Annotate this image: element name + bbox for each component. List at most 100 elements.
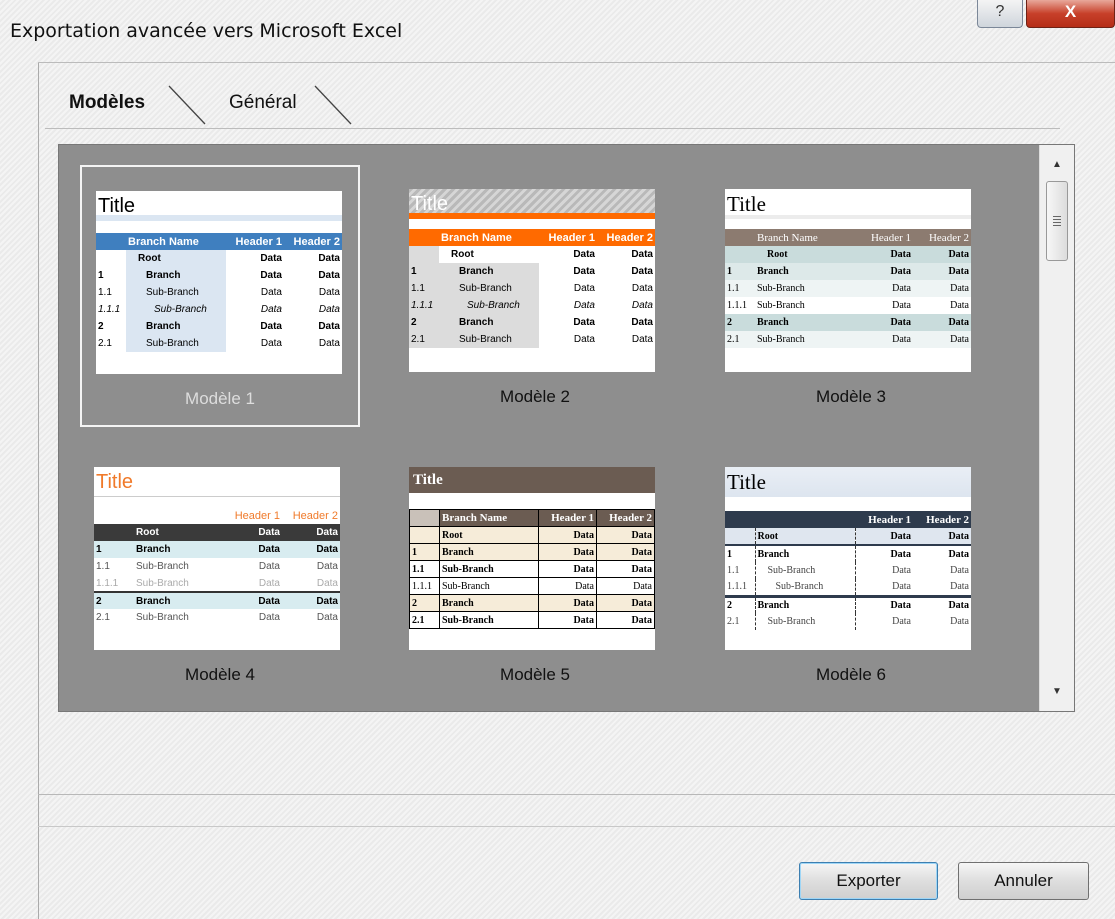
template-label: Modèle 3 [816, 387, 886, 406]
header-cell: Header 1 [538, 509, 597, 527]
row-data: Data [316, 561, 338, 572]
row-num: 1.1.1 [727, 300, 747, 311]
header-cell [725, 229, 755, 246]
row-data: Data [892, 581, 911, 593]
row-name: Sub-Branch [126, 284, 226, 301]
row-data: Data [948, 530, 969, 542]
preview-table: Branch Name Header 1 Header 2 Root Data Da… [409, 229, 655, 348]
template-gallery: Title Branch Name Header 1 Header 2 Root… [58, 144, 1075, 712]
tab-general[interactable]: Général [229, 92, 297, 114]
row-num: 1.1.1 [409, 577, 440, 595]
template-tile-3[interactable]: Title Branch Name Header 1 Header 2 Root… [711, 165, 991, 427]
row-name: Sub-Branch [136, 577, 189, 589]
scroll-up-arrow-icon[interactable]: ▲ [1052, 159, 1062, 170]
row-name: Branch [439, 543, 539, 561]
template-preview-5: Title Branch Name Header 1 Header 2 Root… [409, 467, 655, 650]
row-data: Data [318, 304, 340, 315]
template-label: Modèle 2 [500, 387, 570, 406]
header-cell: Header 2 [606, 231, 653, 244]
row-data: Data [631, 283, 653, 294]
row-name: Root [451, 249, 474, 260]
export-dialog: Exportation avancée vers Microsoft Excel… [0, 0, 1115, 919]
scroll-down-arrow-icon[interactable]: ▼ [1052, 686, 1062, 697]
row-name: Root [136, 527, 159, 538]
header-cell: Header 2 [596, 509, 655, 527]
row-data: Data [318, 338, 340, 349]
row-num: 2.1 [98, 338, 112, 349]
close-button[interactable]: X [1026, 0, 1115, 28]
row-data: Data [890, 530, 911, 542]
scroll-thumb[interactable] [1046, 181, 1068, 261]
tab-strip: Modèles Général [45, 78, 365, 130]
cancel-button[interactable]: Annuler [958, 862, 1089, 900]
template-tile-6[interactable]: Title Header 1 Header 2 Root Data Data 1 Br… [711, 443, 991, 705]
row-data: Data [538, 594, 597, 612]
row-num: 2 [409, 594, 440, 612]
row-num [409, 246, 439, 263]
row-data: Data [258, 527, 280, 538]
preview-title: Title [94, 467, 340, 497]
row-data: Data [573, 249, 595, 260]
row-num: 1.1.1 [725, 579, 756, 596]
row-data: Data [596, 526, 655, 544]
row-data: Data [316, 544, 338, 555]
row-data: Data [950, 283, 969, 294]
preview-table: Header 1 Header 2 Root Data Data 1 Branch Da… [725, 511, 971, 630]
row-data: Data [260, 253, 282, 264]
template-tile-5[interactable]: Title Branch Name Header 1 Header 2 Root… [395, 443, 675, 705]
row-data: Data [258, 544, 280, 555]
row-data: Data [316, 595, 338, 607]
row-data: Data [892, 616, 911, 627]
row-data: Data [950, 616, 969, 627]
row-data: Data [538, 560, 597, 578]
row-data: Data [318, 270, 340, 281]
row-data: Data [950, 334, 969, 345]
row-name: Sub-Branch [439, 577, 539, 595]
template-label: Modèle 1 [185, 389, 255, 408]
row-data: Data [258, 612, 280, 623]
template-label: Modèle 6 [816, 665, 886, 684]
template-tile-1[interactable]: Title Branch Name Header 1 Header 2 Root… [80, 165, 360, 427]
row-num: 1.1 [727, 283, 740, 294]
row-num: 1.1 [96, 561, 110, 572]
row-num: 2.1 [727, 334, 740, 345]
row-name: Branch [126, 318, 226, 335]
row-data: Data [538, 543, 597, 561]
template-tile-2[interactable]: Title Branch Name Header 1 Header 2 Root… [395, 165, 675, 427]
row-name: Sub-Branch [757, 283, 805, 294]
row-num [94, 524, 124, 541]
export-button[interactable]: Exporter [799, 862, 938, 900]
row-num: 1 [409, 543, 440, 561]
row-num: 2.1 [409, 331, 439, 348]
row-data: Data [950, 581, 969, 593]
row-name: Branch [757, 266, 789, 277]
row-name: Sub-Branch [136, 561, 189, 572]
template-preview-6: Title Header 1 Header 2 Root Data Data 1 Br… [725, 467, 971, 650]
tab-modeles[interactable]: Modèles [69, 92, 145, 114]
row-name: Sub-Branch [439, 611, 539, 629]
row-data: Data [631, 266, 653, 277]
row-name: Sub-Branch [439, 280, 539, 297]
row-data: Data [890, 599, 911, 611]
row-data: Data [948, 266, 969, 277]
template-preview-1: Title Branch Name Header 1 Header 2 Root… [96, 191, 342, 374]
row-data: Data [258, 561, 280, 572]
header-cell [409, 229, 439, 246]
title-bar: Exportation avancée vers Microsoft Excel… [0, 0, 1115, 62]
help-button[interactable]: ? [977, 0, 1023, 28]
grip-icon [1053, 216, 1061, 226]
row-name: Sub-Branch [439, 297, 539, 314]
row-num: 1 [96, 544, 102, 555]
help-icon: ? [995, 3, 1005, 20]
row-num: 1.1.1 [98, 304, 121, 315]
row-num [725, 528, 756, 545]
row-data: Data [596, 594, 655, 612]
header-cell: Branch Name [128, 235, 199, 248]
template-tile-4[interactable]: Title Header 1 Header 2 Root Data Data 1 Br… [80, 443, 360, 705]
row-num: 1.1 [409, 560, 440, 578]
row-name: Branch [757, 317, 789, 328]
row-name: Root [439, 526, 539, 544]
row-data: Data [258, 577, 280, 589]
gallery-scrollbar[interactable]: ▲ ▼ [1039, 145, 1074, 711]
header-cell [755, 511, 855, 528]
